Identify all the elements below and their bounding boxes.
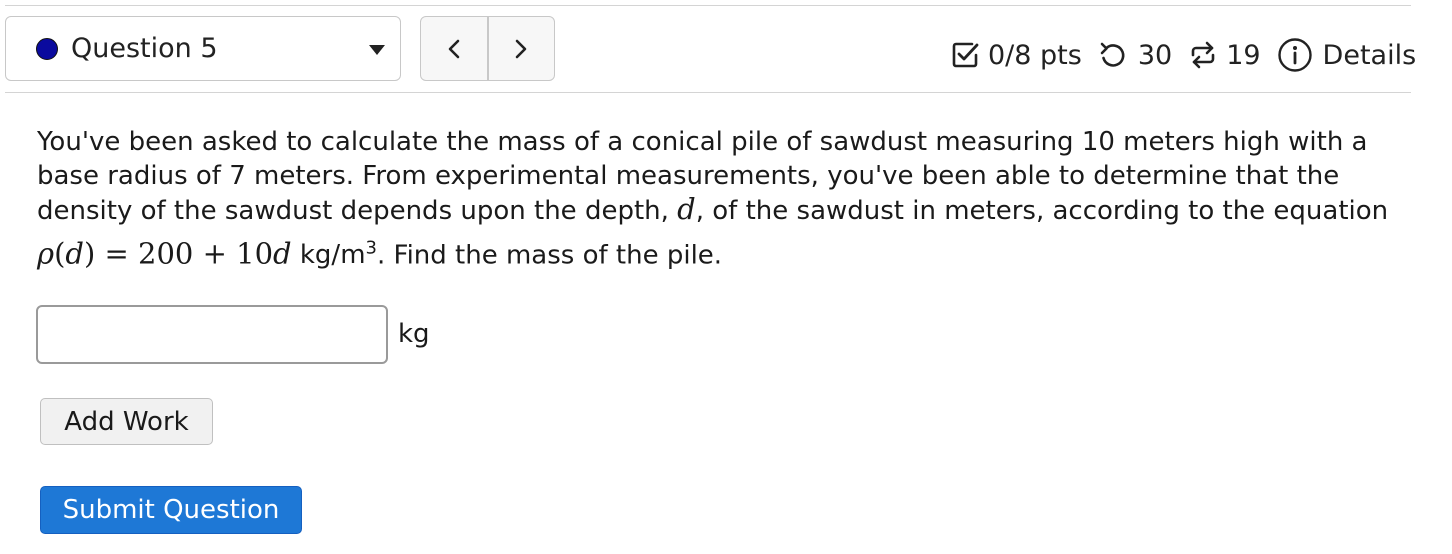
math-var-d: d bbox=[677, 192, 696, 226]
question-end-text: . Find the mass of the pile. bbox=[376, 240, 723, 271]
caret-down-icon bbox=[369, 45, 385, 55]
header-divider bbox=[5, 92, 1411, 93]
equation-units: kg/m3 bbox=[299, 237, 377, 271]
repeat-icon bbox=[1191, 41, 1215, 69]
chevron-left-icon bbox=[448, 39, 460, 58]
details-link[interactable]: Details bbox=[1277, 37, 1417, 73]
undo-icon bbox=[1100, 42, 1125, 67]
top-border bbox=[5, 5, 1411, 6]
retries-status: 19 bbox=[1188, 39, 1261, 71]
checkbox-icon bbox=[952, 42, 979, 68]
question-line-3-end: , of the sawdust in meters, according to… bbox=[695, 196, 1389, 226]
points-text: 0/8 pts bbox=[988, 39, 1082, 71]
math-equation: ρ(d) = 200 + 10d bbox=[37, 236, 292, 271]
density-equation: ρ(d) = 200 + 10d kg/m3. Find the mass of… bbox=[37, 232, 1417, 273]
answer-input[interactable] bbox=[36, 305, 388, 364]
attempts-text: 30 bbox=[1137, 39, 1173, 71]
question-line-1: You've been asked to calculate the mass … bbox=[37, 127, 1368, 157]
question-line-3-text: density of the sawdust depends upon the … bbox=[37, 196, 678, 226]
answer-unit: kg bbox=[398, 319, 430, 349]
details-text: Details bbox=[1322, 39, 1417, 71]
question-text: You've been asked to calculate the mass … bbox=[37, 126, 1417, 273]
status-dot-icon bbox=[36, 37, 58, 60]
prev-question-button[interactable] bbox=[421, 17, 487, 80]
question-nav bbox=[420, 16, 555, 81]
question-line-2: base radius of 7 meters. From experiment… bbox=[37, 160, 1340, 191]
attempts-status: 30 bbox=[1098, 40, 1172, 71]
submit-question-button[interactable]: Submit Question bbox=[40, 486, 302, 534]
question-select[interactable]: Question 5 bbox=[5, 16, 401, 81]
chevron-right-icon bbox=[515, 39, 527, 58]
question-line-3: density of the sawdust depends upon the … bbox=[37, 192, 1417, 229]
question-label: Question 5 bbox=[71, 33, 218, 64]
points-status: 0/8 pts bbox=[950, 40, 1082, 71]
question-status-bar: 0/8 pts 30 19 Details bbox=[950, 30, 1416, 80]
add-work-button[interactable]: Add Work bbox=[40, 398, 213, 445]
next-question-button[interactable] bbox=[486, 17, 555, 80]
info-icon bbox=[1277, 38, 1312, 72]
retries-text: 19 bbox=[1226, 39, 1261, 71]
